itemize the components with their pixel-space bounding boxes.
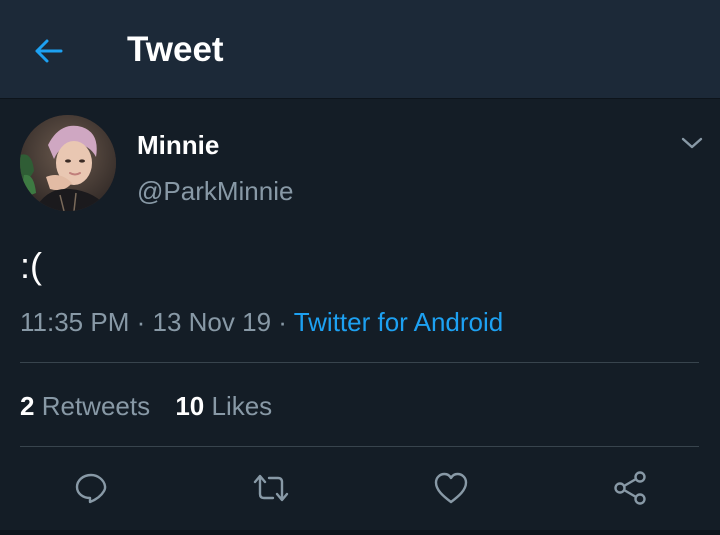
author-handle[interactable]: @ParkMinnie: [137, 174, 293, 208]
retweet-icon: [253, 474, 289, 502]
divider: [20, 446, 699, 447]
tweet-source-link[interactable]: Twitter for Android: [294, 307, 504, 337]
retweets-label: Retweets: [41, 391, 151, 421]
tweet-date: 13 Nov 19: [152, 307, 272, 337]
likes-count: 10: [175, 391, 205, 421]
tweet-options-button[interactable]: [674, 128, 710, 158]
retweets-stat[interactable]: 2 Retweets: [20, 391, 157, 421]
arrow-left-icon: [35, 39, 63, 63]
retweets-count: 2: [20, 391, 35, 421]
like-button[interactable]: [429, 466, 473, 510]
bottom-border: [0, 530, 720, 535]
top-app-bar: Tweet: [0, 0, 720, 99]
reply-icon: [75, 473, 107, 504]
page-title: Tweet: [127, 30, 224, 69]
tweet-text: :(: [20, 245, 42, 286]
profile-photo: [20, 115, 116, 211]
meta-separator: ·: [136, 307, 146, 337]
back-button[interactable]: [26, 29, 70, 73]
tweet-meta: 11:35 PM · 13 Nov 19 · Twitter for Andro…: [20, 305, 503, 339]
likes-label: Likes: [211, 391, 273, 421]
avatar[interactable]: [20, 115, 116, 211]
share-icon: [614, 471, 646, 505]
meta-separator: ·: [278, 307, 287, 337]
reply-button[interactable]: [69, 466, 113, 510]
retweet-button[interactable]: [249, 466, 293, 510]
tweet-stats: 2 Retweets 10 Likes: [20, 389, 272, 423]
chevron-down-icon: [681, 137, 703, 149]
likes-stat[interactable]: 10 Likes: [175, 391, 272, 421]
heart-icon: [434, 472, 468, 504]
tweet-time: 11:35 PM: [20, 307, 130, 337]
author-display-name[interactable]: Minnie: [137, 128, 219, 162]
share-button[interactable]: [608, 466, 652, 510]
divider: [20, 362, 699, 363]
